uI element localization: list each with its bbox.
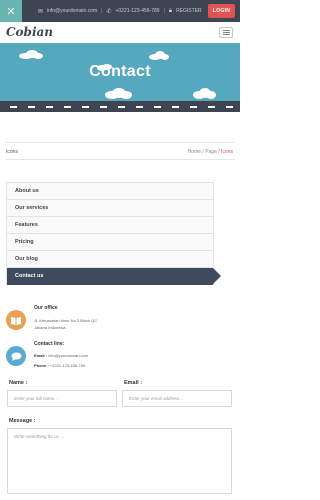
message-label: Message : bbox=[9, 418, 36, 424]
envelope-icon: ✉ bbox=[38, 8, 44, 15]
contact-email-row: Email : info@yourdomain.com bbox=[34, 353, 88, 359]
top-separator: | bbox=[163, 8, 165, 14]
phone-icon: ✆ bbox=[106, 8, 112, 15]
breadcrumb-current: Icons bbox=[221, 149, 233, 155]
road-stripe bbox=[0, 101, 240, 112]
contact-phone-row: Phone : +0221-123-456-789 bbox=[34, 363, 85, 369]
side-menu-item-about-us[interactable]: About us bbox=[7, 183, 213, 200]
cloud-icon bbox=[193, 88, 216, 99]
side-menu-item-features[interactable]: Features bbox=[7, 217, 213, 234]
breadcrumb-page[interactable]: Page bbox=[205, 149, 217, 155]
tools-icon[interactable]: ✕ bbox=[0, 0, 22, 22]
cloud-icon bbox=[105, 88, 132, 99]
breadcrumb-trail: Home / Page / Icons bbox=[188, 149, 233, 155]
chat-bubble-icon bbox=[6, 346, 26, 366]
lock-icon: 🔒︎ bbox=[168, 7, 173, 14]
breadcrumb-separator: / bbox=[202, 149, 204, 155]
hamburger-icon[interactable] bbox=[219, 27, 233, 38]
contact-email-value[interactable]: info@yourdomain.com bbox=[48, 353, 88, 358]
name-input[interactable] bbox=[7, 390, 117, 407]
side-menu: About us Our services Features Pricing O… bbox=[6, 182, 221, 285]
breadcrumb-separator: / bbox=[218, 149, 220, 155]
email-label: Email : bbox=[124, 380, 143, 386]
breadcrumb: Icons Home / Page / Icons bbox=[5, 142, 235, 160]
login-button[interactable]: LOGIN bbox=[208, 4, 235, 18]
register-link[interactable]: REGISTER bbox=[176, 8, 202, 14]
top-separator: | bbox=[101, 8, 103, 14]
contact-email-label: Email : bbox=[34, 353, 48, 358]
office-title: Our office bbox=[34, 305, 58, 311]
contact-phone-value: +0221-123-456-789 bbox=[49, 363, 86, 368]
name-label: Name : bbox=[9, 380, 28, 386]
side-menu-item-contact-us[interactable]: Contact us bbox=[7, 268, 221, 285]
hero-banner: Contact bbox=[0, 43, 240, 101]
site-header: Cobian bbox=[0, 22, 240, 43]
top-bar: ✕ ✉ info@yourdomain.com | ✆ +0221-123-45… bbox=[0, 0, 240, 22]
page-title: Contact bbox=[89, 63, 151, 80]
top-phone: +0221-123-456-789 bbox=[115, 8, 160, 14]
office-address-line1: JL.Kemacetan timur No.3 Block QC bbox=[34, 318, 98, 323]
office-address-line2: Jakarta Indonesia bbox=[34, 325, 66, 330]
cloud-icon bbox=[149, 51, 169, 60]
side-menu-item-pricing[interactable]: Pricing bbox=[7, 234, 213, 251]
book-icon bbox=[6, 310, 26, 330]
top-contact-links: ✉ info@yourdomain.com | ✆ +0221-123-456-… bbox=[38, 0, 202, 22]
side-menu-item-our-services[interactable]: Our services bbox=[7, 200, 213, 217]
site-logo[interactable]: Cobian bbox=[6, 25, 53, 39]
email-input[interactable] bbox=[122, 390, 232, 407]
contact-line-title: Contact line: bbox=[34, 341, 65, 347]
side-menu-item-our-blog[interactable]: Our blog bbox=[7, 251, 213, 268]
cloud-icon bbox=[19, 50, 43, 59]
breadcrumb-title: Icons bbox=[6, 149, 18, 155]
breadcrumb-home[interactable]: Home bbox=[188, 149, 201, 155]
contact-phone-label: Phone : bbox=[34, 363, 49, 368]
top-email[interactable]: info@yourdomain.com bbox=[47, 8, 97, 14]
message-textarea[interactable] bbox=[7, 428, 232, 494]
